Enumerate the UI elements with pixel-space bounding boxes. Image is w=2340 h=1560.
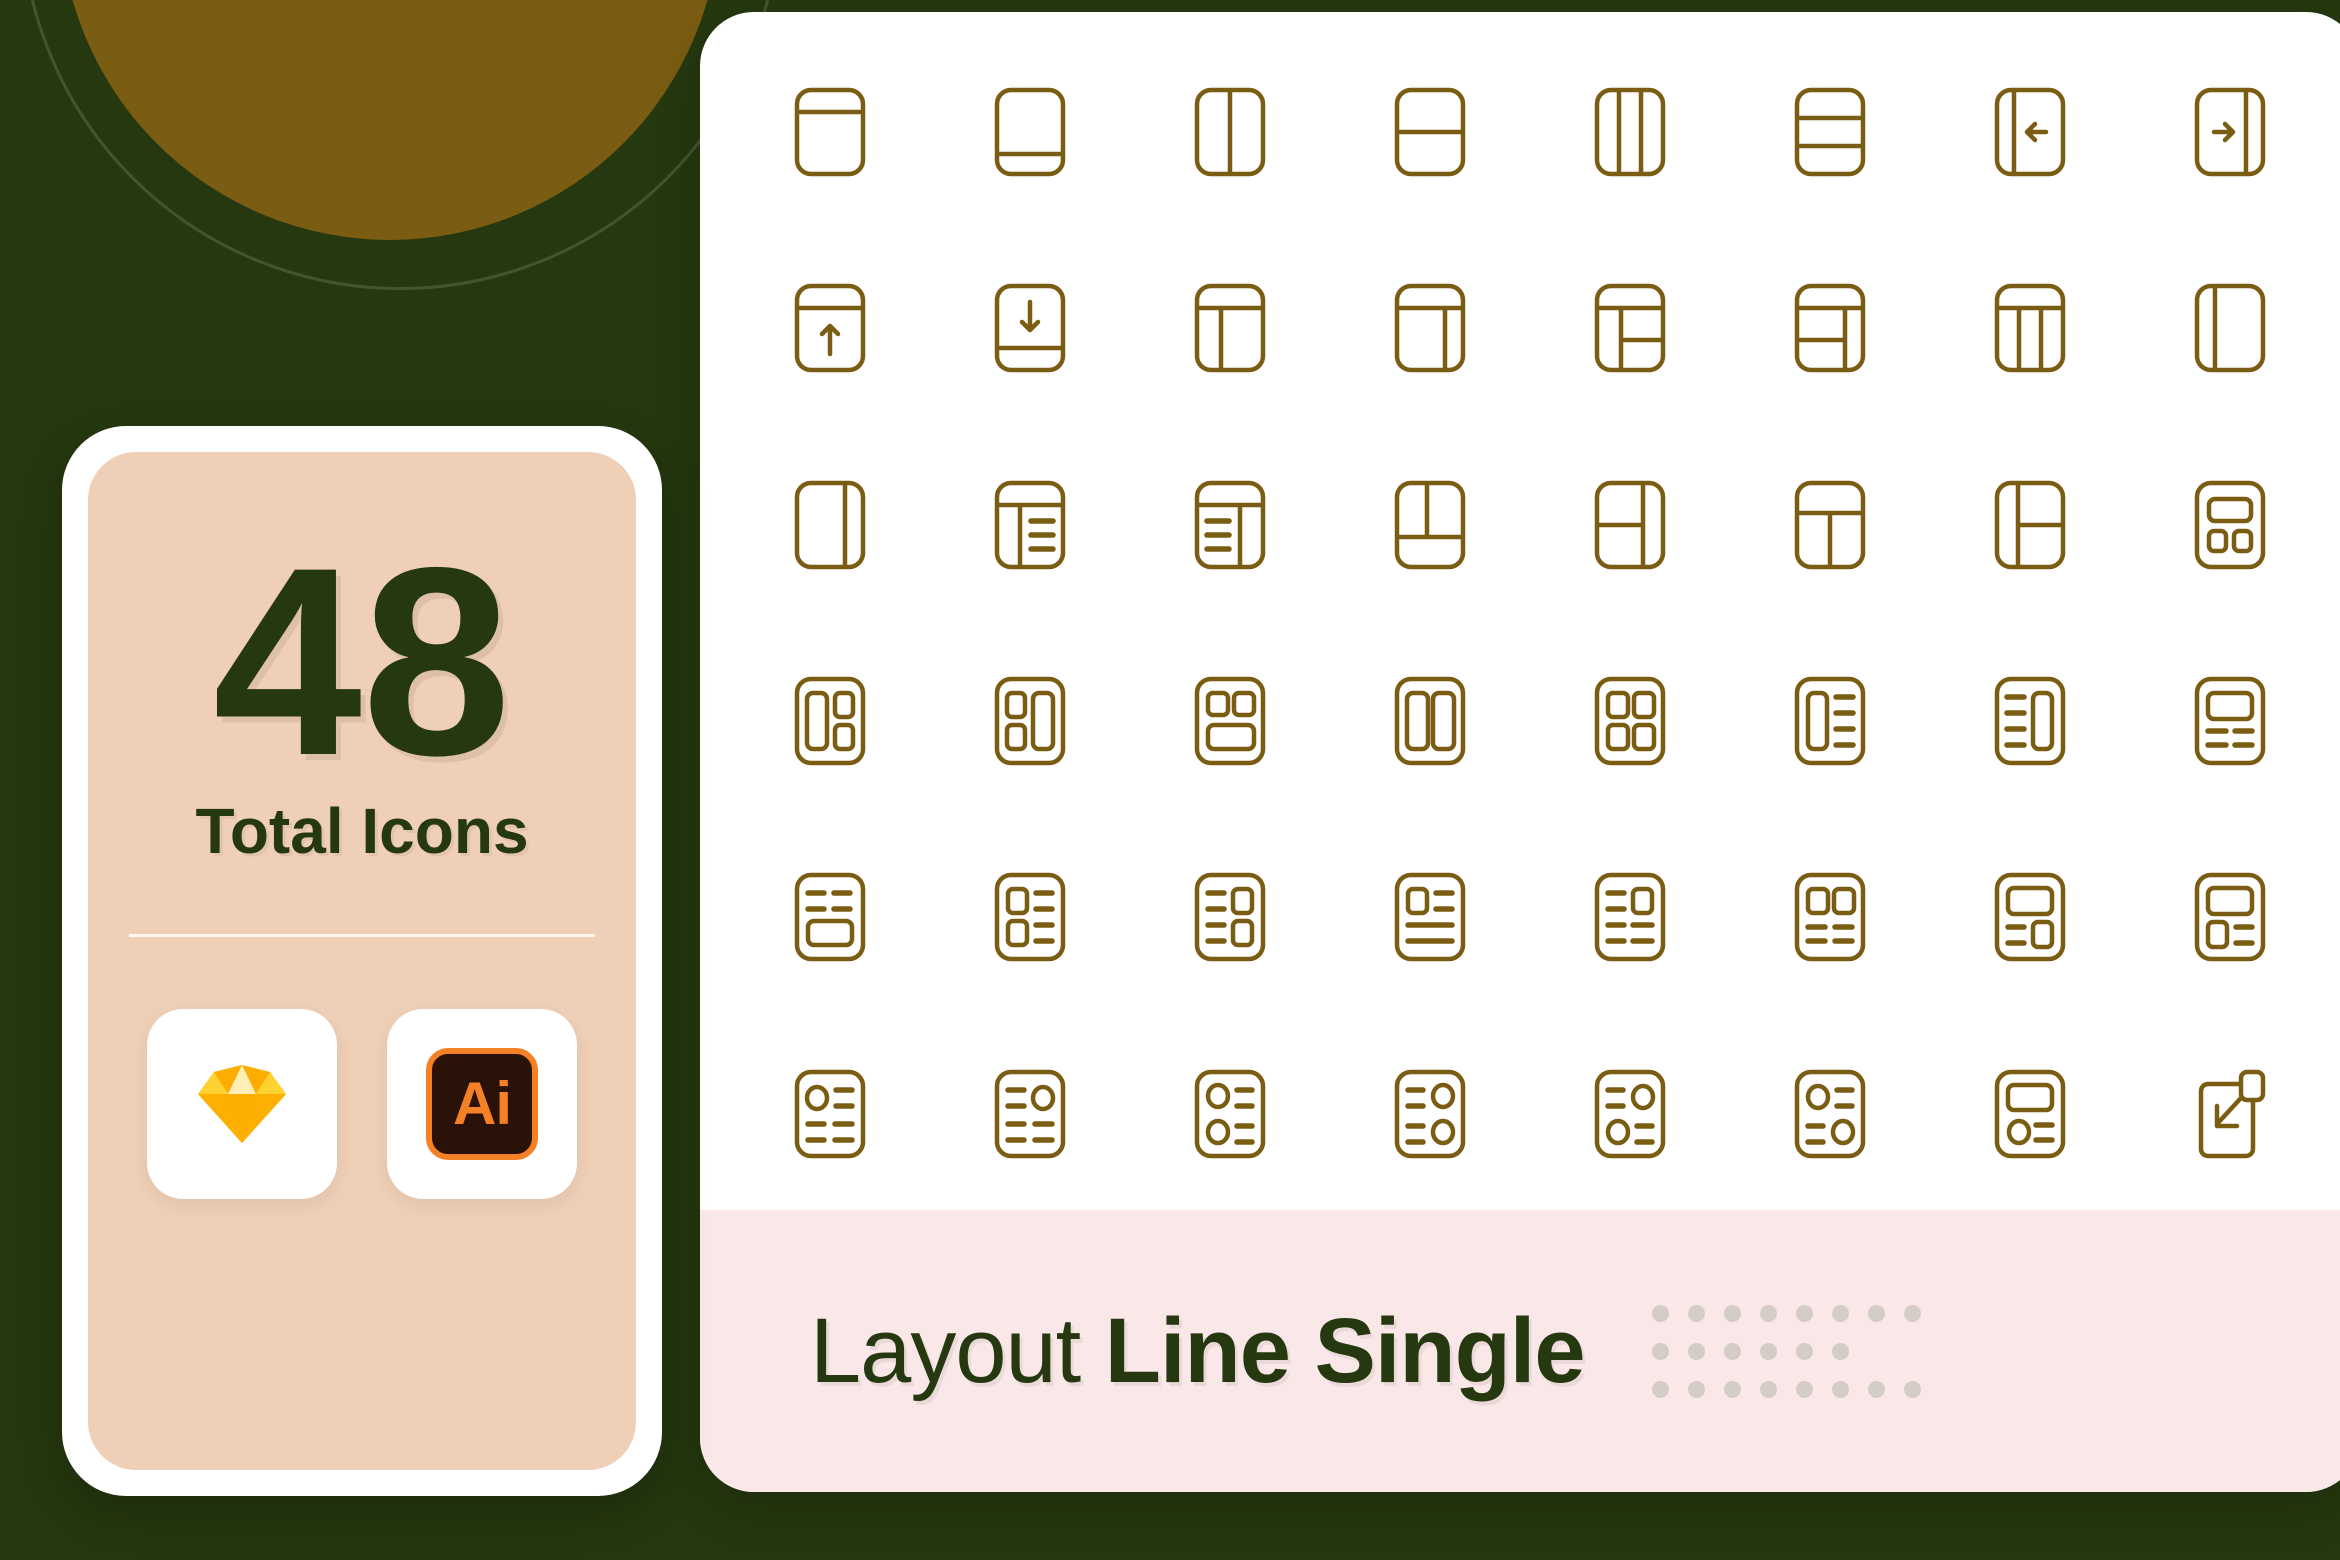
dot <box>1652 1342 1670 1360</box>
total-icons-count: 48 <box>212 511 512 811</box>
dot <box>1652 1380 1670 1398</box>
layout-avatar-left-lines-icon[interactable] <box>730 1016 930 1212</box>
layout-lines-top-wide-card-icon[interactable] <box>730 819 930 1015</box>
dot <box>1760 1342 1778 1360</box>
dot <box>1832 1342 1850 1360</box>
dot <box>1796 1380 1814 1398</box>
poster-canvas: Layout Line Single 48 Total Icons Ai <box>0 0 2340 1560</box>
layout-left-split-right-column-icon[interactable] <box>1530 427 1730 623</box>
banner-title-light: Layout <box>810 1299 1081 1402</box>
layout-header-with-left-sidebar-icon[interactable] <box>1130 230 1330 426</box>
layout-lines-left-tall-card-right-icon[interactable] <box>1930 623 2130 819</box>
layout-three-columns-icon[interactable] <box>1530 34 1730 230</box>
dot <box>1868 1304 1886 1322</box>
sketch-diamond-icon <box>198 1064 286 1143</box>
stat-card: 48 Total Icons Ai <box>88 452 636 1470</box>
dot <box>1652 1304 1670 1322</box>
layout-header-sidebar-split-left-icon[interactable] <box>1530 230 1730 426</box>
layout-wide-card-card-lines-icon[interactable] <box>2130 819 2330 1015</box>
layout-wide-card-line-card-icon[interactable] <box>1930 819 2130 1015</box>
layout-avatar-lines-mixed-icon[interactable] <box>1730 1016 1930 1212</box>
dot <box>1832 1304 1850 1322</box>
dot <box>1796 1304 1814 1322</box>
layout-tall-card-left-lines-right-icon[interactable] <box>1730 623 1930 819</box>
dot <box>1760 1380 1778 1398</box>
layout-two-tall-columns-icon[interactable] <box>1330 623 1530 819</box>
adobe-illustrator-icon: Ai <box>426 1047 538 1160</box>
icon-showcase-panel: Layout Line Single <box>700 12 2340 1492</box>
banner-title-bold: Line Single <box>1104 1299 1586 1402</box>
banner-title: Layout Line Single <box>810 1299 1586 1404</box>
layout-two-columns-footer-icon[interactable] <box>1330 427 1530 623</box>
category-banner: Layout Line Single <box>700 1210 2340 1492</box>
layout-lines-two-avatars-right-icon[interactable] <box>1330 1016 1530 1212</box>
layout-two-left-tall-right-icon[interactable] <box>930 623 1130 819</box>
layout-three-rows-icon[interactable] <box>1730 34 1930 230</box>
layout-header-bar-icon[interactable] <box>730 34 930 230</box>
layout-header-bottom-split-icon[interactable] <box>1730 427 1930 623</box>
layout-sidebar-collapse-right-icon[interactable] <box>2130 34 2330 230</box>
dot <box>1760 1304 1778 1322</box>
dot <box>1796 1342 1814 1360</box>
format-badges: Ai <box>147 1008 577 1199</box>
divider <box>129 933 595 937</box>
icon-grid <box>700 12 2340 1212</box>
total-icons-label: Total Icons <box>195 794 529 867</box>
layout-footer-arrow-down-icon[interactable] <box>930 230 1130 426</box>
dot <box>1904 1304 1922 1322</box>
layout-narrow-left-sidebar-icon[interactable] <box>2130 230 2330 426</box>
dot <box>1904 1380 1922 1398</box>
layout-tall-left-two-right-icon[interactable] <box>730 623 930 819</box>
layout-header-with-right-sidebar-icon[interactable] <box>1330 230 1530 426</box>
layout-lines-avatar-mixed-icon[interactable] <box>1530 1016 1730 1212</box>
layout-four-cards-grid-icon[interactable] <box>1530 623 1730 819</box>
dot <box>1688 1342 1706 1360</box>
layout-lines-card-right-icon[interactable] <box>1530 819 1730 1015</box>
layout-wide-card-lines-below-icon[interactable] <box>2130 623 2330 819</box>
layout-cards-one-plus-two-icon[interactable] <box>2130 427 2330 623</box>
layout-narrow-right-sidebar-icon[interactable] <box>730 427 930 623</box>
illustrator-format-tile[interactable]: Ai <box>387 1008 577 1199</box>
decorative-ring <box>20 0 780 290</box>
layout-footer-bar-icon[interactable] <box>930 34 1130 230</box>
layout-external-window-arrow-icon[interactable] <box>2130 1016 2330 1212</box>
dot <box>1724 1380 1742 1398</box>
decorative-dot-grid <box>1643 1294 1931 1408</box>
layout-header-list-right-icon[interactable] <box>930 427 1130 623</box>
dot <box>1868 1380 1886 1398</box>
layout-left-column-right-split-icon[interactable] <box>1930 427 2130 623</box>
dot <box>1688 1304 1706 1322</box>
layout-header-split-right-sidebar-icon[interactable] <box>1730 230 1930 426</box>
layout-two-top-wide-bottom-icon[interactable] <box>1130 623 1330 819</box>
layout-header-three-columns-icon[interactable] <box>1930 230 2130 426</box>
layout-card-left-lines-right-icon[interactable] <box>930 819 1130 1015</box>
dot <box>1688 1380 1706 1398</box>
stat-card-frame: 48 Total Icons Ai <box>62 426 662 1496</box>
dot <box>1832 1380 1850 1398</box>
layout-two-rows-icon[interactable] <box>1330 34 1530 230</box>
layout-card-avatar-lines-icon[interactable] <box>1930 1016 2130 1212</box>
dot <box>1724 1342 1742 1360</box>
layout-lines-left-cards-right-icon[interactable] <box>1130 819 1330 1015</box>
dot <box>1724 1304 1742 1322</box>
layout-two-cards-lines-below-icon[interactable] <box>1730 819 1930 1015</box>
layout-lines-avatar-right-icon[interactable] <box>930 1016 1130 1212</box>
layout-two-avatars-left-icon[interactable] <box>1130 1016 1330 1212</box>
layout-header-list-left-icon[interactable] <box>1130 427 1330 623</box>
layout-two-columns-icon[interactable] <box>1130 34 1330 230</box>
sketch-format-tile[interactable] <box>147 1008 337 1199</box>
layout-card-lines-stacked-icon[interactable] <box>1330 819 1530 1015</box>
layout-sidebar-collapse-left-icon[interactable] <box>1930 34 2130 230</box>
layout-header-arrow-up-icon[interactable] <box>730 230 930 426</box>
